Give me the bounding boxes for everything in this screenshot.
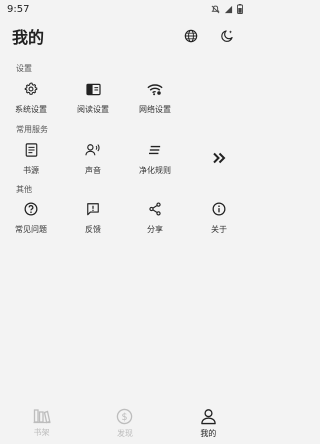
- faq-label: 常见问题: [15, 225, 47, 234]
- status-bar: 9:57: [0, 0, 250, 18]
- section-title-settings: 设置: [16, 64, 32, 73]
- book-source-button[interactable]: 书源: [0, 137, 62, 177]
- feedback-label: 反馈: [85, 225, 101, 234]
- signal-icon: [224, 5, 233, 13]
- wifi-settings-icon: [147, 83, 163, 95]
- reading-settings-label: 阅读设置: [77, 105, 109, 114]
- nav-discover-label: 发现: [116, 429, 133, 438]
- section-title-other: 其他: [16, 185, 32, 194]
- info-icon: [212, 202, 226, 216]
- page-title: 我的: [12, 28, 45, 47]
- double-chevron-right-icon: [213, 152, 226, 164]
- feedback-icon: [87, 203, 99, 216]
- nav-bookshelf-label: 书架: [33, 428, 50, 437]
- night-mode-icon[interactable]: [220, 29, 234, 43]
- book-source-label: 书源: [23, 166, 39, 175]
- purify-rules-label: 净化规则: [139, 166, 171, 175]
- section-title-services: 常用服务: [16, 125, 48, 134]
- gear-icon: [24, 82, 38, 95]
- bookshelf-icon: [33, 409, 51, 424]
- share-button[interactable]: 分享: [124, 196, 186, 236]
- reading-settings-button[interactable]: 阅读设置: [62, 76, 124, 116]
- voice-button[interactable]: 声音: [62, 137, 124, 177]
- notifications-off-icon: [211, 5, 220, 13]
- filter-lines-icon: [149, 145, 161, 155]
- network-settings-label: 网络设置: [139, 105, 171, 114]
- other-row: 常见问题 反馈 分享 关于: [0, 196, 250, 236]
- globe-icon[interactable]: [184, 29, 198, 43]
- book-open-icon: [85, 83, 101, 95]
- status-icons: [211, 4, 243, 14]
- nav-bookshelf[interactable]: 书架: [12, 408, 72, 438]
- faq-button[interactable]: 常见问题: [0, 196, 62, 236]
- header: 我的: [0, 22, 250, 50]
- header-actions: [184, 29, 234, 43]
- network-settings-button[interactable]: 网络设置: [124, 76, 186, 116]
- nav-mine[interactable]: 我的: [178, 408, 238, 439]
- nav-discover[interactable]: $ 发现: [95, 408, 155, 439]
- more-services-button[interactable]: [188, 137, 250, 177]
- voice-label: 声音: [85, 166, 101, 175]
- settings-row: 系统设置 阅读设置 网络设置: [0, 76, 250, 116]
- share-icon: [149, 202, 161, 216]
- status-time: 9:57: [7, 3, 30, 15]
- nav-mine-label: 我的: [200, 429, 217, 438]
- voice-icon: [85, 144, 100, 156]
- about-label: 关于: [211, 225, 227, 234]
- system-settings-button[interactable]: 系统设置: [0, 76, 62, 116]
- person-icon: [201, 409, 216, 425]
- system-settings-label: 系统设置: [15, 105, 47, 114]
- share-label: 分享: [147, 225, 163, 234]
- discover-coin-icon: $: [117, 408, 133, 425]
- bottom-nav: 书架 $ 发现 我的: [0, 404, 250, 444]
- about-button[interactable]: 关于: [188, 196, 250, 236]
- battery-icon: [237, 4, 243, 14]
- svg-text:$: $: [122, 412, 128, 423]
- document-list-icon: [25, 143, 37, 157]
- services-row: 书源 声音 净化规则: [0, 137, 250, 177]
- purify-rules-button[interactable]: 净化规则: [124, 137, 186, 177]
- feedback-button[interactable]: 反馈: [62, 196, 124, 236]
- help-circle-icon: [24, 202, 38, 216]
